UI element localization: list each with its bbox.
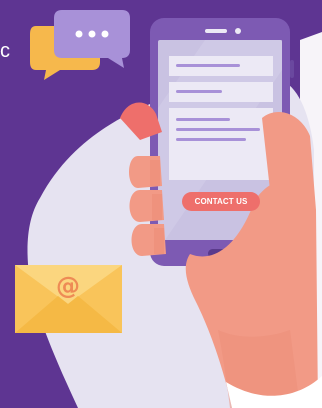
email-envelope-icon: @ [15,265,122,333]
cropped-heading-fragment: c [0,40,10,62]
contact-us-button[interactable]: CONTACT US [182,192,260,211]
at-symbol: @ [56,272,80,300]
illustration-svg: @ [0,0,322,408]
contact-illustration: @ c CONTACT US [0,0,322,408]
